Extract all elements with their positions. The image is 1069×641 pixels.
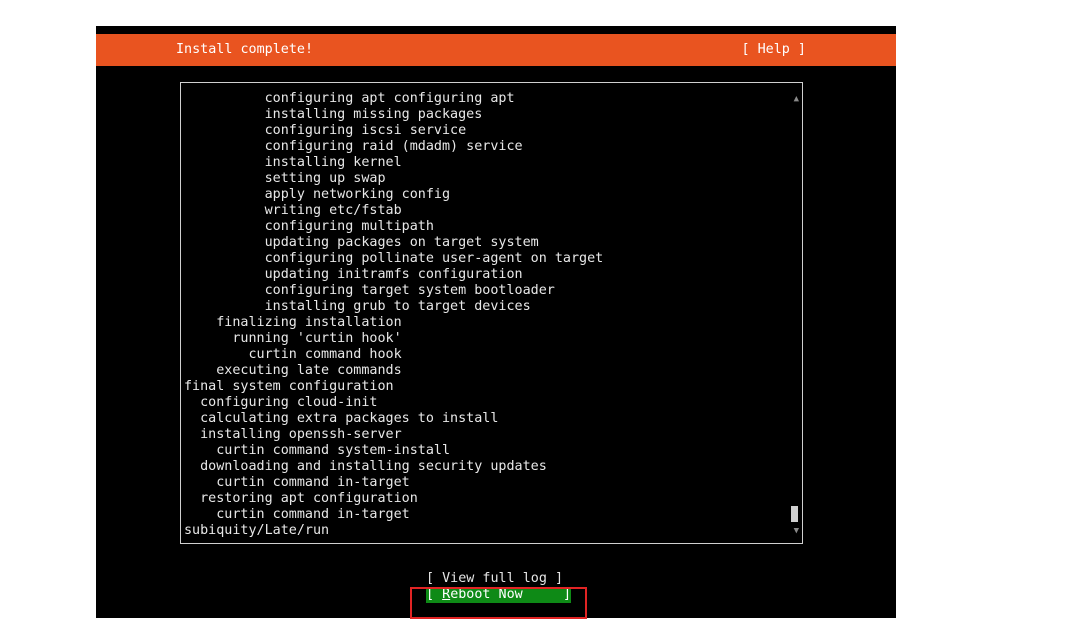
log-line: writing etc/fstab	[184, 203, 402, 218]
log-line: configuring pollinate user-agent on targ…	[184, 251, 604, 266]
scrollbar-thumb[interactable]	[791, 506, 798, 522]
header-bar: Install complete! [ Help ]	[96, 34, 896, 66]
installer-screen: Install complete! [ Help ] configuring a…	[96, 26, 896, 618]
log-line: configuring target system bootloader	[184, 283, 555, 298]
scroll-down-icon[interactable]: ▼	[794, 523, 799, 539]
log-line: downloading and installing security upda…	[184, 459, 547, 474]
log-line: executing late commands	[184, 363, 402, 378]
log-lines: configuring apt configuring apt installi…	[184, 91, 603, 539]
log-line: configuring cloud-init	[184, 395, 378, 410]
page-title: Install complete!	[176, 42, 314, 57]
help-button[interactable]: [ Help ]	[742, 42, 807, 58]
view-full-log-button[interactable]: [ View full log ]	[426, 571, 563, 587]
log-line: running 'curtin hook'	[184, 331, 402, 346]
install-log[interactable]: configuring apt configuring apt installi…	[180, 82, 803, 544]
log-line: configuring apt configuring apt	[184, 91, 515, 106]
scroll-up-icon[interactable]: ▲	[794, 91, 799, 107]
log-line: installing openssh-server	[184, 427, 402, 442]
log-line: configuring iscsi service	[184, 123, 467, 138]
log-line: final system configuration	[184, 379, 394, 394]
log-line: updating initramfs configuration	[184, 267, 523, 282]
log-line: curtin command system-install	[184, 443, 451, 458]
log-line: curtin command hook	[184, 347, 402, 362]
log-line: setting up swap	[184, 171, 386, 186]
log-line: updating packages on target system	[184, 235, 539, 250]
log-line: configuring multipath	[184, 219, 434, 234]
log-line: apply networking config	[184, 187, 451, 202]
log-line: subiquity/Late/run	[184, 523, 330, 538]
log-line: installing missing packages	[184, 107, 483, 122]
log-line: installing kernel	[184, 155, 402, 170]
log-line: curtin command in-target	[184, 507, 410, 522]
log-line: installing grub to target devices	[184, 299, 531, 314]
log-line: restoring apt configuration	[184, 491, 418, 506]
highlight-box	[410, 587, 587, 619]
log-line: configuring raid (mdadm) service	[184, 139, 523, 154]
log-line: calculating extra packages to install	[184, 411, 499, 426]
log-line: curtin command in-target	[184, 475, 410, 490]
log-line: finalizing installation	[184, 315, 402, 330]
